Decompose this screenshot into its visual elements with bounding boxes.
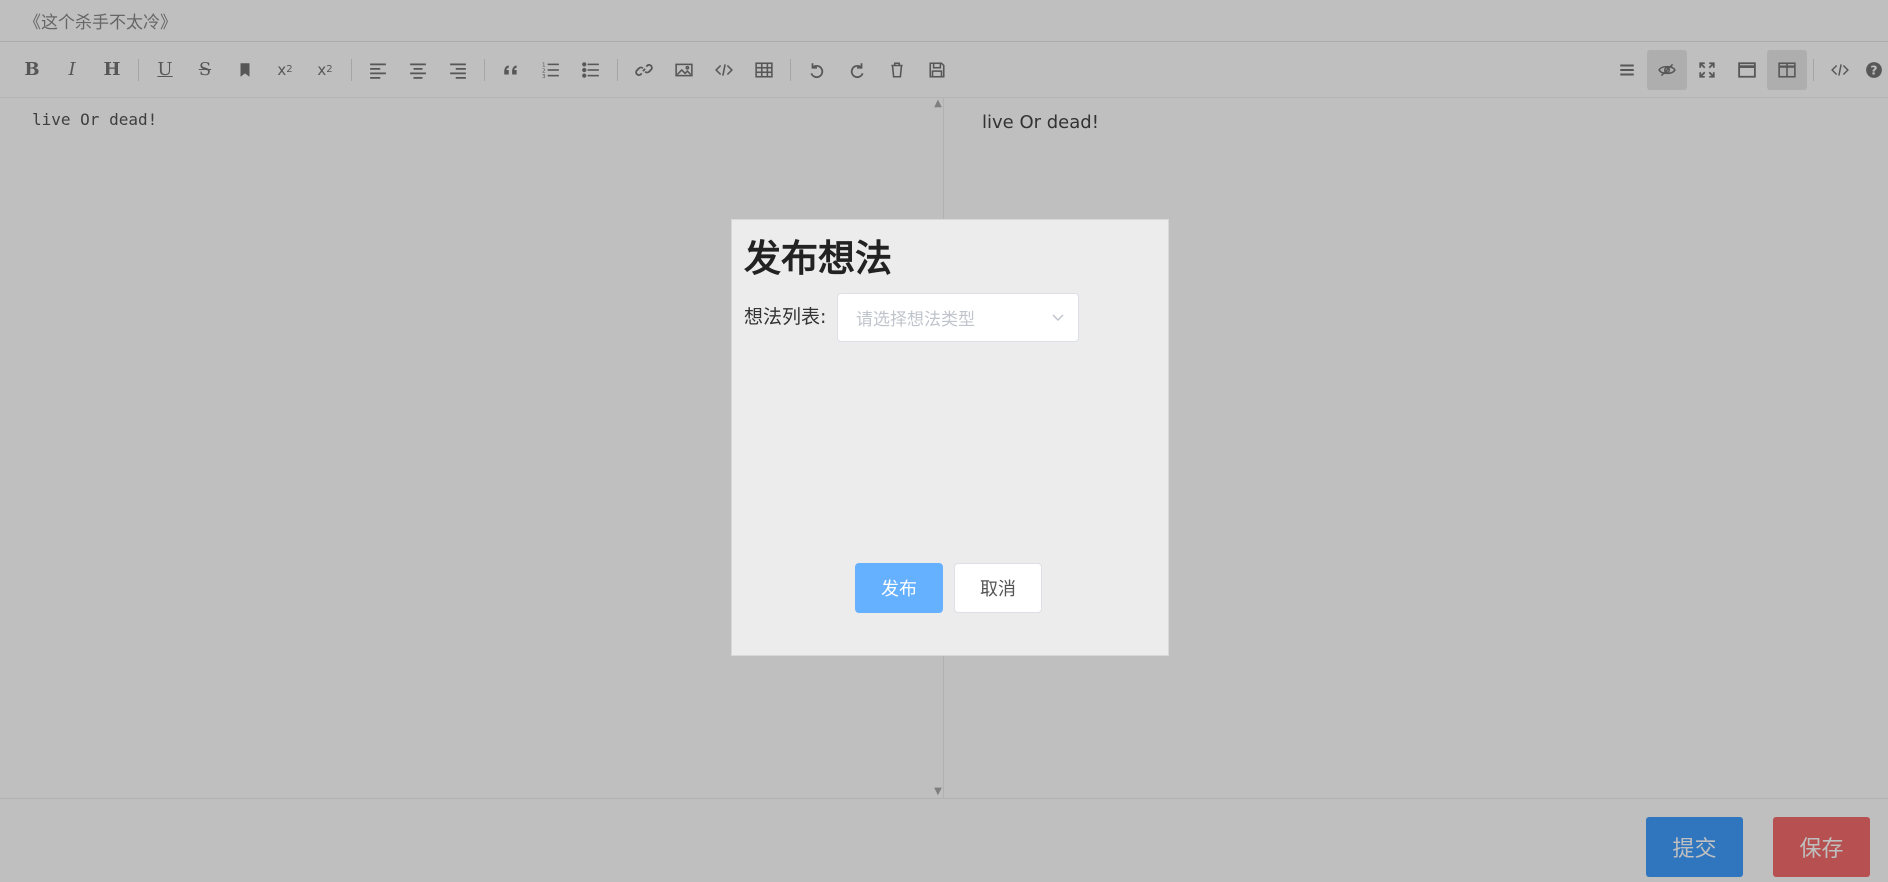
chevron-down-icon: [1052, 314, 1064, 322]
dialog-title: 发布想法: [744, 237, 892, 280]
page: 《这个杀手不太冷》 B I H U S x2 x2 123 ? live Or …: [0, 0, 1888, 882]
publish-button[interactable]: 发布: [855, 563, 943, 613]
select-placeholder: 请选择想法类型: [856, 310, 975, 330]
publish-thought-dialog: 发布想法 想法列表: 请选择想法类型 发布 取消: [731, 219, 1169, 656]
thought-list-label: 想法列表:: [744, 306, 827, 328]
thought-type-select[interactable]: 请选择想法类型: [837, 293, 1079, 342]
cancel-button[interactable]: 取消: [954, 563, 1042, 613]
